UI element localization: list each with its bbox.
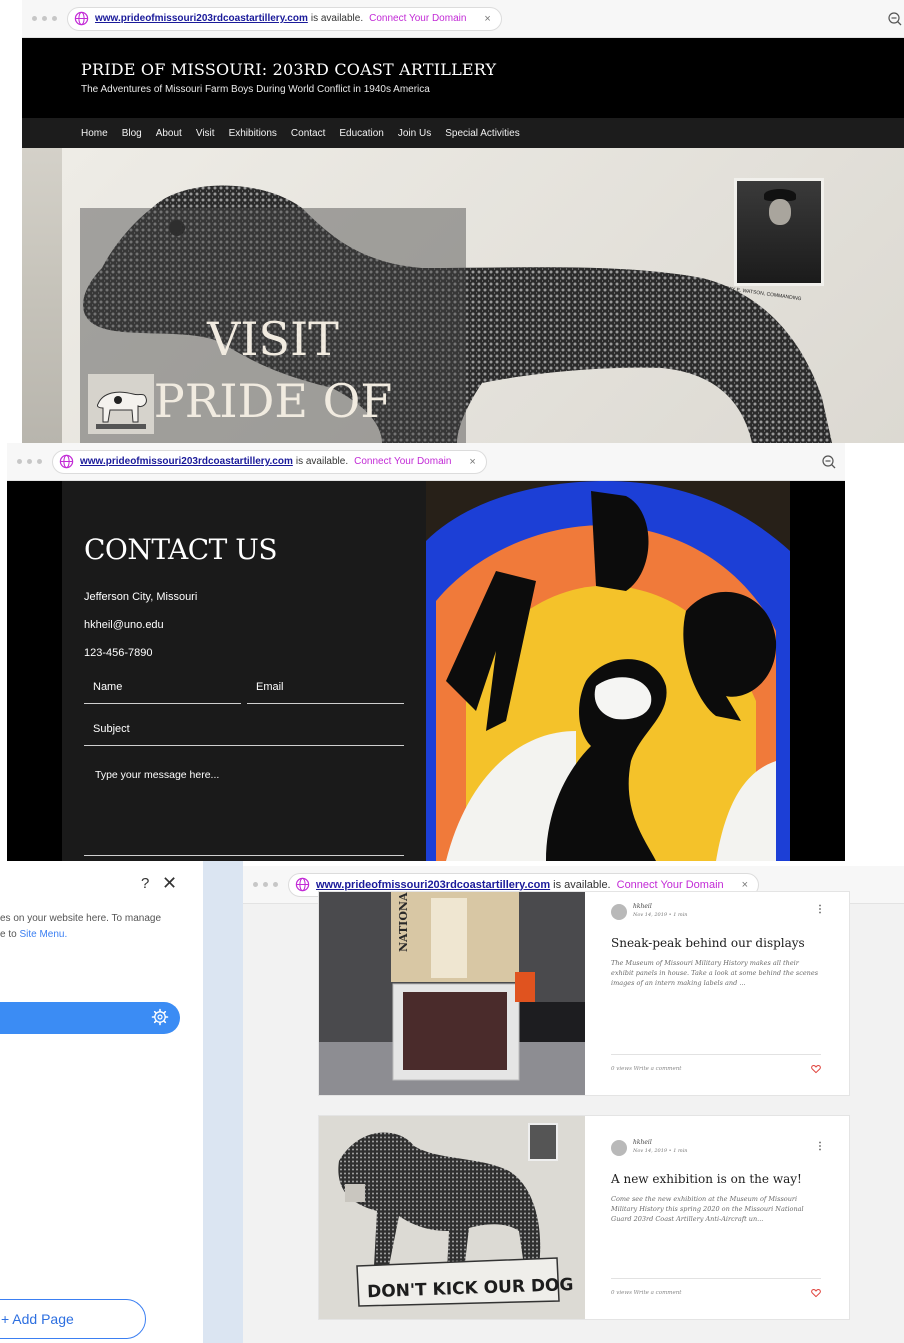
connect-domain-link[interactable]: Connect Your Domain <box>369 13 466 24</box>
globe-icon <box>59 454 74 469</box>
main-nav: Home Blog About Visit Exhibitions Contac… <box>22 118 904 148</box>
post-excerpt: The Museum of Missouri Military History … <box>611 959 819 987</box>
help-icon[interactable]: ? <box>141 875 149 892</box>
panel-description-prefix: e to <box>0 929 17 940</box>
nav-contact[interactable]: Contact <box>291 128 325 139</box>
author-avatar <box>611 1140 627 1156</box>
availability-text: is available. <box>553 878 611 891</box>
nav-about[interactable]: About <box>156 128 182 139</box>
post-author[interactable]: hkheil <box>633 1139 652 1146</box>
domain-banner: www.prideofmissouri203rdcoastartillery.c… <box>52 449 487 474</box>
subject-field[interactable]: Subject <box>93 723 130 735</box>
post-image-dog-formation: DON'T KICK OUR DOG <box>319 1116 585 1319</box>
post-body: hkheil Nov 14, 2019 • 1 min ⋮ A new exhi… <box>611 1116 825 1319</box>
window-dots <box>32 16 57 21</box>
homepage-screenshot: www.prideofmissouri203rdcoastartillery.c… <box>22 0 904 443</box>
contact-address: Jefferson City, Missouri <box>84 591 198 603</box>
nav-home[interactable]: Home <box>81 128 108 139</box>
post-image-caption: NATIONAL GUARD <box>397 892 410 952</box>
nav-special-activities[interactable]: Special Activities <box>445 128 519 139</box>
domain-banner: www.prideofmissouri203rdcoastartillery.c… <box>67 6 502 31</box>
site-url-link[interactable]: www.prideofmissouri203rdcoastartillery.c… <box>316 879 550 891</box>
hero-heading-line2: PRIDE OF <box>153 374 393 428</box>
window-dots <box>17 459 42 464</box>
site-pages-panel: ? ✕ es on your website here. To manage e… <box>0 861 203 1343</box>
hero-heading-line1: VISIT <box>207 312 339 366</box>
panel-description: es on your website here. To manage e to … <box>0 911 161 943</box>
add-page-button[interactable]: + Add Page <box>0 1299 146 1339</box>
nav-exhibitions[interactable]: Exhibitions <box>229 128 277 139</box>
post-title[interactable]: Sneak-peak behind our displays <box>611 936 805 950</box>
post-divider <box>611 1054 821 1055</box>
contact-email[interactable]: hkheil@uno.edu <box>84 619 164 631</box>
browser-bar: www.prideofmissouri203rdcoastartillery.c… <box>7 443 845 481</box>
panel-description-line1: es on your website here. To manage <box>0 913 162 924</box>
email-field[interactable]: Email <box>256 681 284 693</box>
site-header: PRIDE OF MISSOURI: 203RD COAST ARTILLERY… <box>22 38 904 118</box>
post-body: hkheil Nov 14, 2019 • 1 min ⋮ Sneak-peak… <box>611 892 825 1095</box>
message-field-underline <box>84 855 404 856</box>
editor-backdrop <box>203 861 243 1343</box>
zoom-out-icon[interactable] <box>888 12 902 26</box>
site-title[interactable]: PRIDE OF MISSOURI: 203RD COAST ARTILLERY <box>81 60 496 79</box>
site-url-link[interactable]: www.prideofmissouri203rdcoastartillery.c… <box>80 456 293 467</box>
panel-description-line2: e to Site Menu. <box>0 927 161 943</box>
commander-portrait <box>734 178 824 286</box>
heart-icon[interactable] <box>811 1064 821 1074</box>
availability-text: is available. <box>310 13 364 24</box>
browser-bar: www.prideofmissouri203rdcoastartillery.c… <box>22 0 904 38</box>
blog-post-card[interactable]: DON'T KICK OUR DOG hkheil Nov 14, 2019 •… <box>318 1115 850 1320</box>
close-icon[interactable]: ✕ <box>162 873 177 894</box>
name-field[interactable]: Name <box>93 681 122 693</box>
contact-panel: CONTACT US Jefferson City, Missouri hkhe… <box>62 481 426 861</box>
post-stats[interactable]: 0 views Write a comment <box>611 1290 682 1296</box>
connect-domain-link[interactable]: Connect Your Domain <box>354 456 451 467</box>
heart-icon[interactable] <box>811 1288 821 1298</box>
post-divider <box>611 1278 821 1279</box>
post-excerpt: Come see the new exhibition at the Museu… <box>611 1195 804 1223</box>
gear-icon[interactable] <box>151 1008 169 1026</box>
close-banner-button[interactable]: × <box>484 13 490 25</box>
nav-visit[interactable]: Visit <box>196 128 215 139</box>
message-field[interactable]: Type your message here... <box>95 769 219 781</box>
zoom-out-icon[interactable] <box>822 455 836 469</box>
subject-field-underline <box>84 745 404 746</box>
email-field-underline <box>247 703 404 704</box>
nav-join-us[interactable]: Join Us <box>398 128 431 139</box>
contact-title: CONTACT US <box>84 533 278 566</box>
name-field-underline <box>84 703 241 704</box>
more-options-icon[interactable]: ⋮ <box>815 1141 825 1152</box>
blog-screenshot: www.prideofmissouri203rdcoastartillery.c… <box>243 866 904 1343</box>
post-meta: Nov 14, 2019 • 1 min <box>633 1148 688 1154</box>
site-tagline: The Adventures of Missouri Farm Boys Dur… <box>81 84 430 95</box>
post-title[interactable]: A new exhibition is on the way! <box>611 1172 802 1186</box>
window-dots <box>253 882 278 887</box>
contact-screenshot: www.prideofmissouri203rdcoastartillery.c… <box>7 443 845 861</box>
close-banner-button[interactable]: × <box>469 456 475 468</box>
post-meta: Nov 14, 2019 • 1 min <box>633 912 688 918</box>
globe-icon <box>295 877 310 892</box>
post-stats[interactable]: 0 views Write a comment <box>611 1066 682 1072</box>
contact-phone: 123-456-7890 <box>84 647 153 659</box>
hero-banner: COL. RAY E. WATSON, COMMANDING VISIT PRI… <box>22 148 904 443</box>
site-url-link[interactable]: www.prideofmissouri203rdcoastartillery.c… <box>95 13 308 24</box>
nav-education[interactable]: Education <box>339 128 383 139</box>
post-image-display-case: NATIONAL GUARD <box>319 892 585 1095</box>
site-menu-link[interactable]: Site Menu. <box>19 929 67 940</box>
blog-post-card[interactable]: NATIONAL GUARD hkheil Nov 14, 2019 • 1 m… <box>318 891 850 1096</box>
close-banner-button[interactable]: × <box>742 879 748 891</box>
unit-patch-image <box>426 481 790 861</box>
more-options-icon[interactable]: ⋮ <box>815 904 825 915</box>
post-author[interactable]: hkheil <box>633 903 652 910</box>
author-avatar <box>611 904 627 920</box>
availability-text: is available. <box>295 456 349 467</box>
globe-icon <box>74 11 89 26</box>
nav-blog[interactable]: Blog <box>122 128 142 139</box>
connect-domain-link[interactable]: Connect Your Domain <box>617 879 724 891</box>
